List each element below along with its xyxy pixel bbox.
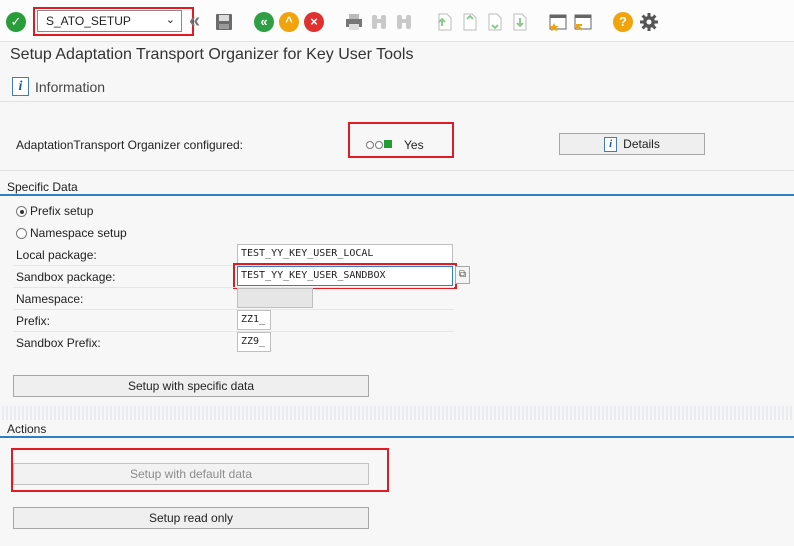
row-divider bbox=[13, 331, 454, 332]
find-next-icon[interactable] bbox=[394, 12, 414, 32]
application-toolbar bbox=[0, 72, 794, 102]
namespace-label: Namespace: bbox=[16, 292, 84, 306]
prefix-field[interactable]: ZZ1_ bbox=[237, 310, 271, 330]
sandbox-package-label: Sandbox package: bbox=[16, 270, 116, 284]
information-button[interactable]: Information bbox=[35, 79, 105, 95]
namespace-field[interactable] bbox=[237, 288, 313, 308]
enter-icon[interactable]: ✓ bbox=[6, 12, 26, 32]
setup-readonly-button[interactable]: Setup read only bbox=[13, 507, 369, 529]
specific-data-header: Specific Data bbox=[7, 180, 78, 194]
local-package-field[interactable]: TEST_YY_KEY_USER_LOCAL bbox=[237, 244, 453, 264]
namespace-setup-label[interactable]: Namespace setup bbox=[30, 226, 127, 240]
sandbox-prefix-label: Sandbox Prefix: bbox=[16, 336, 101, 350]
sandbox-prefix-field[interactable]: ZZ9_ bbox=[237, 332, 271, 352]
details-button-label: Details bbox=[623, 137, 660, 151]
create-session-icon[interactable] bbox=[548, 12, 568, 32]
configured-label: AdaptationTransport Organizer configured… bbox=[16, 138, 244, 152]
prefix-label: Prefix: bbox=[16, 314, 51, 328]
prefix-setup-radio[interactable] bbox=[16, 206, 27, 217]
actions-header: Actions bbox=[7, 422, 47, 436]
details-button[interactable]: i Details bbox=[559, 133, 705, 155]
save-icon[interactable] bbox=[214, 12, 234, 32]
find-icon[interactable] bbox=[369, 12, 389, 32]
specific-data-rule bbox=[0, 194, 794, 196]
highlight-status bbox=[348, 122, 454, 158]
namespace-setup-radio[interactable] bbox=[16, 228, 27, 239]
shortcut-icon[interactable] bbox=[573, 12, 593, 32]
back-icon[interactable]: « bbox=[254, 12, 274, 32]
row-divider bbox=[13, 287, 454, 288]
section-divider bbox=[0, 170, 794, 171]
information-icon[interactable]: i bbox=[12, 77, 29, 96]
highlight-sandbox-field bbox=[233, 263, 457, 289]
page-title: Setup Adaptation Transport Organizer for… bbox=[10, 46, 414, 63]
previous-icon[interactable]: « bbox=[189, 11, 209, 32]
local-package-label: Local package: bbox=[16, 248, 97, 262]
highlight-default-button bbox=[11, 448, 389, 492]
cancel-icon[interactable]: × bbox=[304, 12, 324, 32]
value-help-icon[interactable]: ⧉ bbox=[455, 266, 470, 284]
previous-page-icon[interactable] bbox=[459, 12, 479, 32]
help-icon[interactable]: ? bbox=[613, 12, 633, 32]
first-page-icon[interactable] bbox=[434, 12, 454, 32]
details-info-icon: i bbox=[604, 137, 618, 153]
exit-icon[interactable]: ^ bbox=[279, 12, 299, 32]
row-divider bbox=[13, 309, 454, 310]
actions-rule bbox=[0, 436, 794, 438]
settings-icon[interactable] bbox=[639, 12, 659, 32]
setup-specific-button[interactable]: Setup with specific data bbox=[13, 375, 369, 397]
highlight-command-field bbox=[33, 7, 194, 36]
next-page-icon[interactable] bbox=[484, 12, 504, 32]
section-spacer bbox=[0, 406, 794, 420]
prefix-setup-label[interactable]: Prefix setup bbox=[30, 204, 93, 218]
print-icon[interactable] bbox=[344, 12, 364, 32]
last-page-icon[interactable] bbox=[509, 12, 529, 32]
